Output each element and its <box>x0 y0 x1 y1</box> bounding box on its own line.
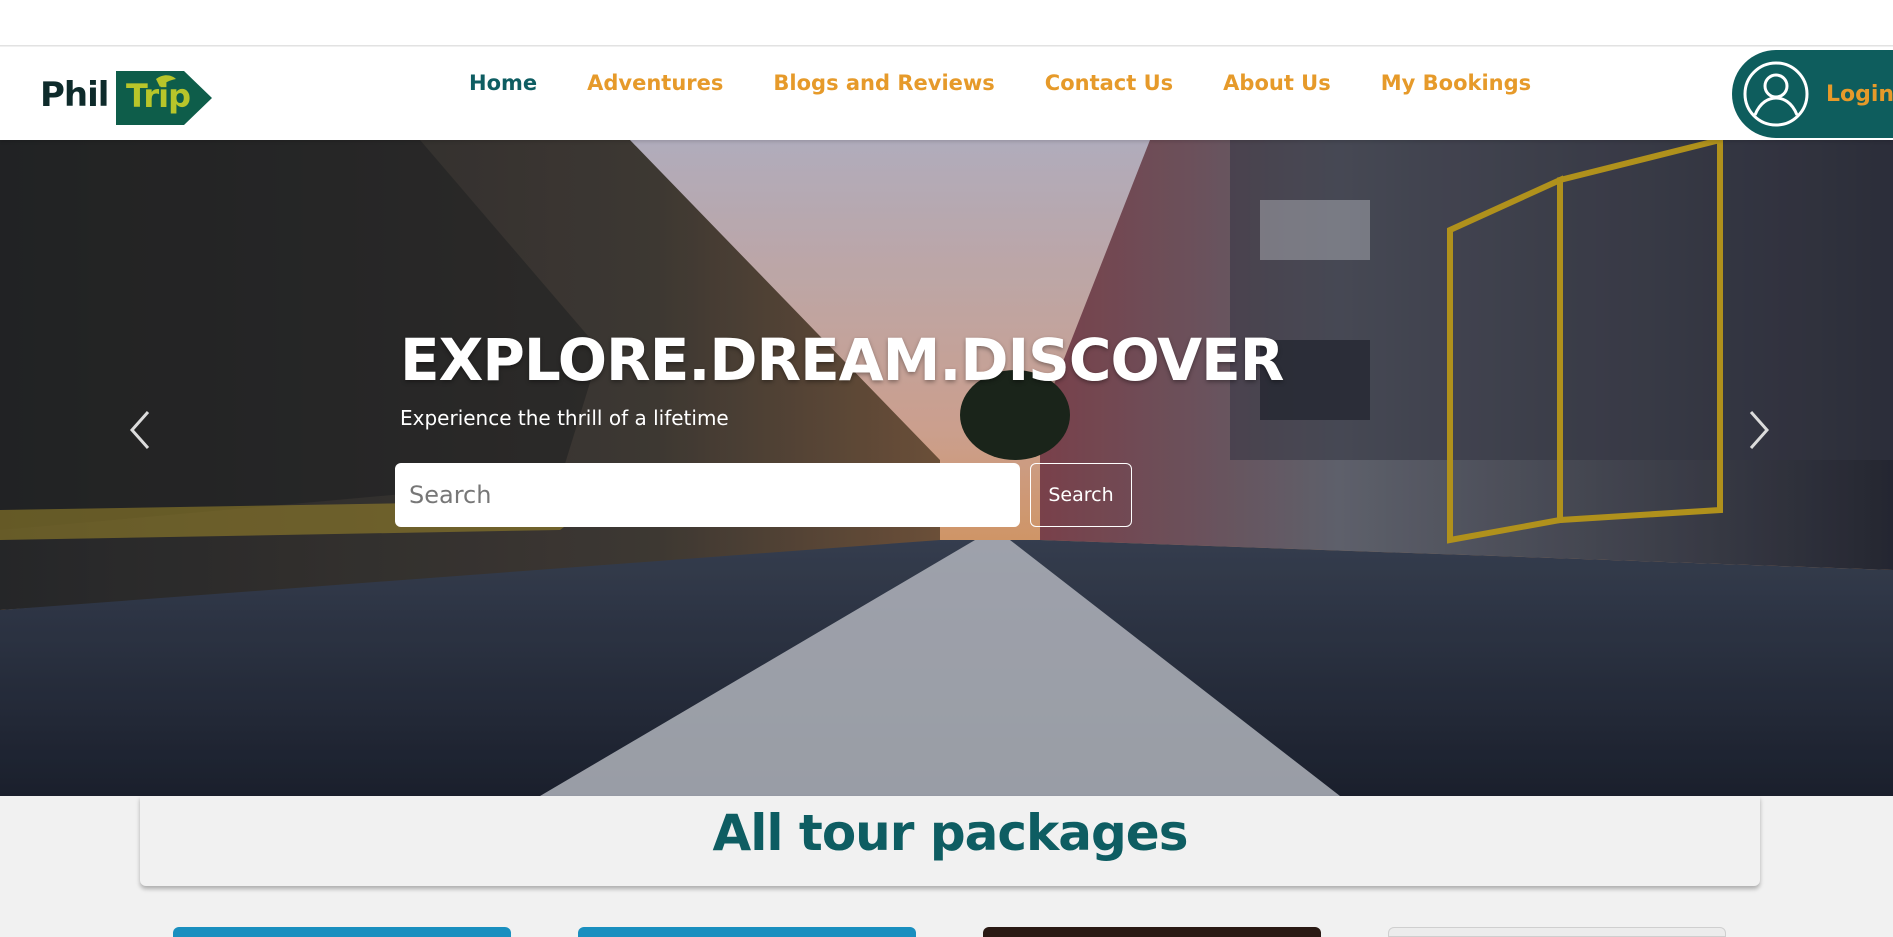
user-avatar-icon <box>1743 61 1809 127</box>
package-card[interactable] <box>983 927 1321 937</box>
chevron-left-icon[interactable] <box>122 400 162 460</box>
nav-adventures[interactable]: Adventures <box>587 71 723 95</box>
package-card[interactable] <box>1388 927 1726 937</box>
search-input[interactable] <box>395 463 1020 527</box>
nav-contact-us[interactable]: Contact Us <box>1045 71 1173 95</box>
search-button[interactable]: Search <box>1030 463 1132 527</box>
hero-subtitle: Experience the thrill of a lifetime <box>400 406 729 430</box>
hero-title: EXPLORE.DREAM.DISCOVER <box>400 326 1284 394</box>
nav-my-bookings[interactable]: My Bookings <box>1381 71 1531 95</box>
philtrip-logo[interactable]: Phil Trip <box>40 69 212 127</box>
nav-about-us[interactable]: About Us <box>1223 71 1331 95</box>
logo-text-trip: Trip <box>126 77 191 115</box>
login-label: Login <box>1826 81 1893 107</box>
hero-carousel: EXPLORE.DREAM.DISCOVER Experience the th… <box>0 140 1893 796</box>
package-card[interactable] <box>173 927 511 937</box>
chevron-right-icon[interactable] <box>1737 400 1777 460</box>
section-title: All tour packages <box>712 804 1189 862</box>
nav-blogs-and-reviews[interactable]: Blogs and Reviews <box>773 71 994 95</box>
navbar: Phil Trip Home Adventures Blogs and Revi… <box>0 47 1893 140</box>
login-button[interactable]: Login <box>1732 50 1893 138</box>
nav-home[interactable]: Home <box>469 71 537 95</box>
nav-links: Home Adventures Blogs and Reviews Contac… <box>469 71 1581 95</box>
top-strip <box>0 0 1893 46</box>
package-card[interactable] <box>578 927 916 937</box>
tour-packages-header: All tour packages <box>140 796 1760 886</box>
logo-text-phil: Phil <box>40 75 109 115</box>
